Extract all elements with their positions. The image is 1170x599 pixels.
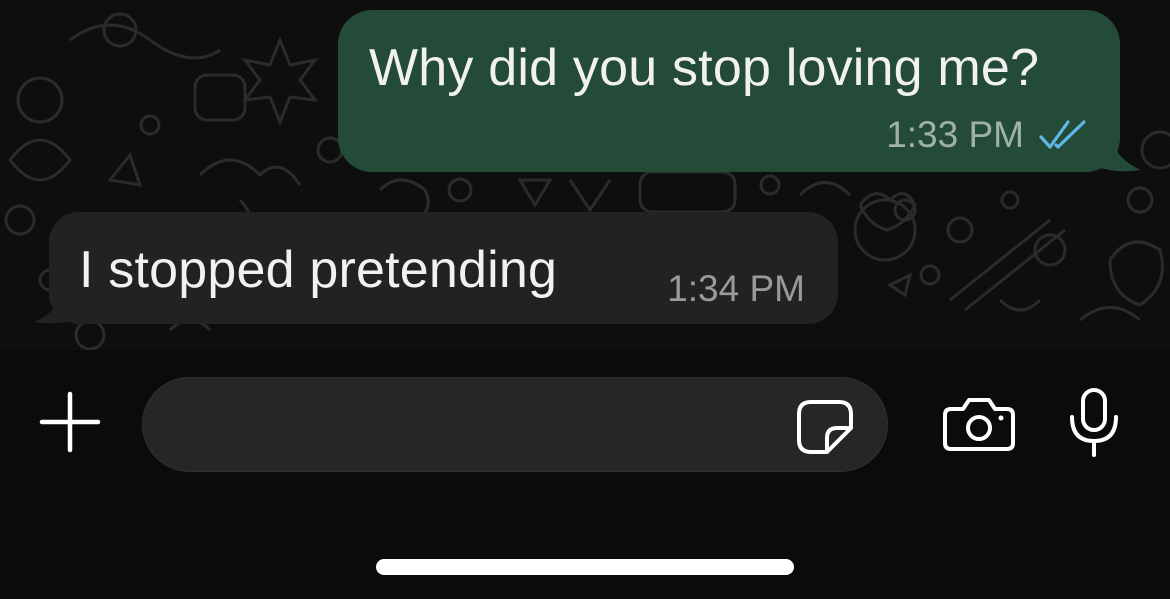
message-input-pill[interactable]	[142, 377, 888, 472]
incoming-bubble-tail	[34, 282, 80, 324]
sticker-icon[interactable]	[795, 398, 855, 456]
home-indicator[interactable]	[376, 559, 794, 575]
plus-icon[interactable]	[38, 390, 102, 454]
message-time: 1:33 PM	[886, 114, 1024, 155]
incoming-message-bubble[interactable]: I stopped pretending 1:34 PM	[49, 212, 838, 324]
camera-icon[interactable]	[941, 395, 1017, 453]
message-meta: 1:34 PM	[667, 268, 805, 310]
double-check-read-icon	[1039, 120, 1086, 149]
message-meta: 1:33 PM	[886, 114, 1088, 156]
message-text: Why did you stop loving me?	[369, 39, 1040, 97]
outgoing-bubble-tail	[1095, 130, 1141, 172]
message-text: I stopped pretending	[79, 241, 558, 299]
microphone-icon[interactable]	[1066, 387, 1122, 459]
chat-area[interactable]: Why did you stop loving me? 1:33 PM I st…	[0, 0, 1170, 350]
outgoing-message-bubble[interactable]: Why did you stop loving me? 1:33 PM	[338, 10, 1120, 172]
message-input[interactable]	[171, 396, 775, 454]
message-time: 1:34 PM	[667, 268, 805, 309]
